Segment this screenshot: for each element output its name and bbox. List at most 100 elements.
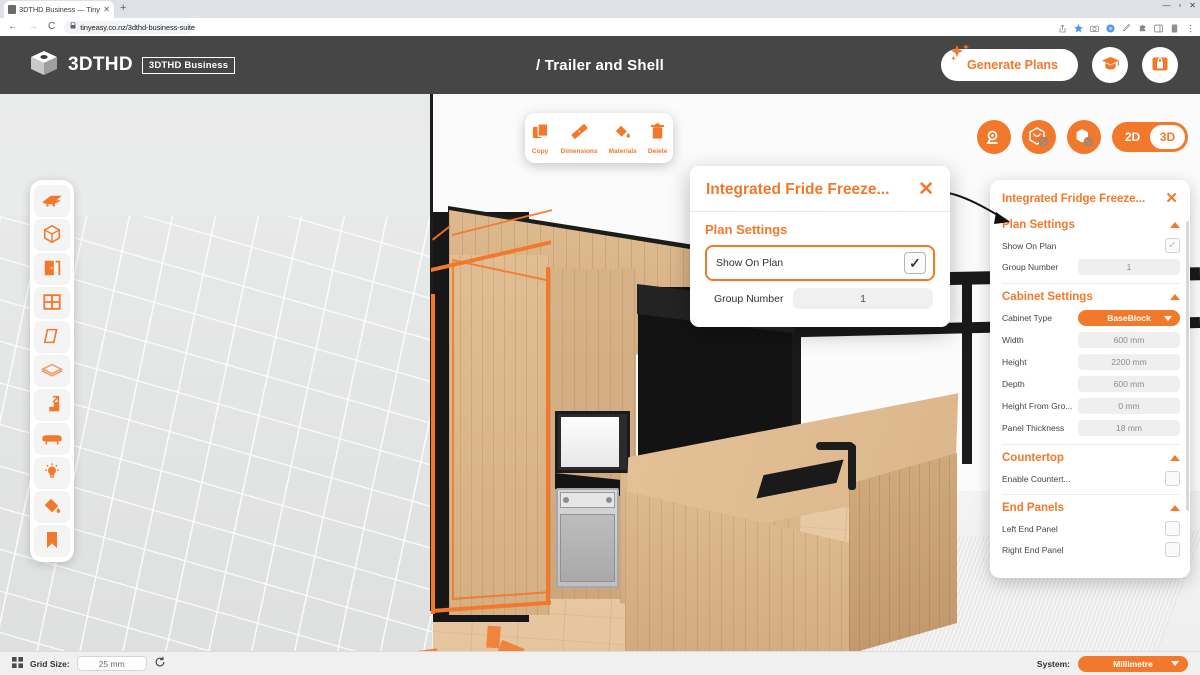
sidebar-item-doors[interactable] bbox=[34, 253, 70, 285]
mode-3d-option[interactable]: 3D bbox=[1150, 125, 1185, 149]
sidebar-item-furniture[interactable] bbox=[34, 423, 70, 455]
panel-row-show-on-plan: Show On Plan ✓ bbox=[1002, 238, 1180, 253]
right-end-panel-checkbox[interactable] bbox=[1165, 542, 1180, 557]
sidebar-item-saved[interactable] bbox=[34, 525, 70, 557]
bookmark-icon bbox=[44, 530, 60, 553]
mode-2d-option[interactable]: 2D bbox=[1115, 125, 1150, 149]
trash-icon bbox=[648, 122, 667, 146]
panel-section-end-panels[interactable]: End Panels bbox=[1002, 502, 1180, 514]
enable-countertop-checkbox[interactable] bbox=[1165, 471, 1180, 486]
sidebar-item-walls[interactable] bbox=[34, 321, 70, 353]
back-icon[interactable]: ← bbox=[8, 22, 18, 32]
reset-icon bbox=[154, 656, 166, 671]
sidebar-item-stairs[interactable] bbox=[34, 389, 70, 421]
tab-close-icon[interactable]: ✕ bbox=[103, 5, 110, 14]
sidebar-item-floors[interactable] bbox=[34, 355, 70, 387]
forward-icon[interactable]: → bbox=[28, 22, 38, 32]
panel-close-button[interactable]: ✕ bbox=[1165, 191, 1178, 206]
copy-tool[interactable]: Copy bbox=[531, 122, 550, 155]
show-on-plan-row[interactable]: Show On Plan ✓ bbox=[705, 245, 935, 281]
oven-knob bbox=[563, 497, 569, 503]
depth-input[interactable] bbox=[1078, 376, 1180, 392]
browser-tab[interactable]: 3DTHD Business — Tiny Easy - T ✕ bbox=[4, 1, 114, 18]
reload-icon[interactable]: C bbox=[48, 22, 55, 32]
show-on-plan-checkbox[interactable]: ✓ bbox=[904, 252, 926, 274]
save-button[interactable] bbox=[1142, 47, 1178, 83]
sidebar-item-trailer[interactable] bbox=[34, 185, 70, 217]
stairs-icon bbox=[42, 394, 62, 417]
logo-badge: 3DTHD Business bbox=[141, 56, 236, 74]
measure-tape-button[interactable] bbox=[977, 120, 1011, 154]
island-side-panel[interactable] bbox=[849, 453, 957, 654]
group-number-input[interactable] bbox=[793, 288, 933, 309]
panel-scrollbar[interactable] bbox=[1186, 221, 1189, 511]
browser-menu-icon[interactable] bbox=[1186, 20, 1195, 33]
grid-size-input[interactable] bbox=[76, 656, 147, 671]
header-actions: Generate Plans bbox=[940, 44, 1178, 83]
section-title: Plan Settings bbox=[1002, 219, 1075, 231]
row-label: Enable Countert... bbox=[1002, 473, 1071, 484]
chevron-up-icon[interactable] bbox=[1170, 505, 1180, 511]
hide-objects-button[interactable] bbox=[1067, 120, 1101, 154]
bookmark-star-icon[interactable] bbox=[1074, 20, 1083, 33]
chevron-up-icon[interactable] bbox=[1170, 455, 1180, 461]
profile-avatar-icon[interactable] bbox=[1170, 20, 1179, 33]
eyedropper-icon[interactable] bbox=[1122, 20, 1131, 32]
materials-tool[interactable]: Materials bbox=[609, 122, 637, 155]
sidebar-item-shell[interactable] bbox=[34, 219, 70, 251]
width-input[interactable] bbox=[1078, 332, 1180, 348]
panel-thickness-input[interactable] bbox=[1078, 420, 1180, 436]
fridge-freezer-cabinet[interactable] bbox=[449, 255, 550, 615]
section-title: Cabinet Settings bbox=[1002, 291, 1093, 303]
shell-box-icon bbox=[42, 224, 62, 247]
cabinet-type-select[interactable]: BaseBlock bbox=[1078, 310, 1180, 326]
sidebar-item-materials[interactable] bbox=[34, 491, 70, 523]
move-arrow-gizmo[interactable] bbox=[486, 625, 501, 649]
camera-icon[interactable] bbox=[1090, 20, 1099, 33]
panel-row-width: Width bbox=[1002, 332, 1180, 348]
dimension-mode-toggle[interactable]: 2D 3D bbox=[1112, 122, 1188, 152]
panel-scroll-area[interactable]: Plan Settings Show On Plan ✓ Group Numbe… bbox=[990, 215, 1190, 578]
height-from-ground-input[interactable] bbox=[1078, 398, 1180, 414]
group-number-input[interactable] bbox=[1078, 259, 1180, 275]
dimensions-label: Dimensions bbox=[560, 147, 598, 155]
panel-section-plan-settings[interactable]: Plan Settings bbox=[1002, 219, 1180, 231]
generate-plans-button[interactable]: Generate Plans bbox=[940, 44, 1078, 81]
address-bar[interactable]: tinyeasy.co.nz/3dthd-business-suite bbox=[64, 20, 195, 34]
sidebar-item-windows[interactable] bbox=[34, 287, 70, 319]
view-controls: 2D 3D bbox=[977, 120, 1188, 154]
puzzle-extensions-icon[interactable] bbox=[1138, 20, 1147, 32]
share-icon[interactable] bbox=[1058, 20, 1067, 33]
app-logo[interactable]: 3DTHD 3DTHD Business bbox=[0, 49, 236, 82]
row-label: Show On Plan bbox=[1002, 240, 1057, 251]
modal-body: Plan Settings Show On Plan ✓ Group Numbe… bbox=[690, 212, 950, 327]
show-on-plan-label: Show On Plan bbox=[716, 257, 784, 269]
learn-button[interactable] bbox=[1092, 47, 1128, 83]
left-end-panel-checkbox[interactable] bbox=[1165, 521, 1180, 536]
hide-structure-button[interactable] bbox=[1022, 120, 1056, 154]
delete-tool[interactable]: Delete bbox=[648, 122, 667, 155]
modal-close-button[interactable]: ✕ bbox=[918, 180, 934, 199]
sidebar-item-lighting[interactable] bbox=[34, 457, 70, 489]
chevron-up-icon[interactable] bbox=[1170, 294, 1180, 300]
materials-label: Materials bbox=[608, 147, 637, 155]
modal-header: Integrated Fride Freeze... ✕ bbox=[690, 166, 950, 212]
reset-grid-button[interactable] bbox=[154, 656, 166, 671]
row-label: Width bbox=[1002, 335, 1024, 345]
height-input[interactable] bbox=[1078, 354, 1180, 370]
dimensions-tool[interactable]: Dimensions bbox=[561, 122, 598, 155]
extension-blue-icon[interactable] bbox=[1106, 20, 1115, 33]
minimize-button[interactable]: — bbox=[1162, 2, 1170, 10]
window-icon bbox=[42, 292, 62, 315]
panel-section-cabinet-settings[interactable]: Cabinet Settings bbox=[1002, 291, 1180, 303]
window-close-button[interactable]: ✕ bbox=[1189, 2, 1196, 10]
new-tab-button[interactable]: + bbox=[120, 3, 126, 14]
chevron-up-icon[interactable] bbox=[1170, 222, 1180, 228]
browser-extension-icons bbox=[1058, 20, 1195, 33]
maximize-button[interactable]: ▫ bbox=[1178, 2, 1181, 10]
system-select[interactable]: Millimetre bbox=[1078, 655, 1188, 672]
panel-section-countertop[interactable]: Countertop bbox=[1002, 452, 1180, 464]
properties-panel: Integrated Fridge Freeze... ✕ Plan Setti… bbox=[990, 180, 1190, 578]
show-on-plan-checkbox[interactable]: ✓ bbox=[1165, 238, 1180, 253]
sidepanel-icon[interactable] bbox=[1154, 20, 1163, 33]
